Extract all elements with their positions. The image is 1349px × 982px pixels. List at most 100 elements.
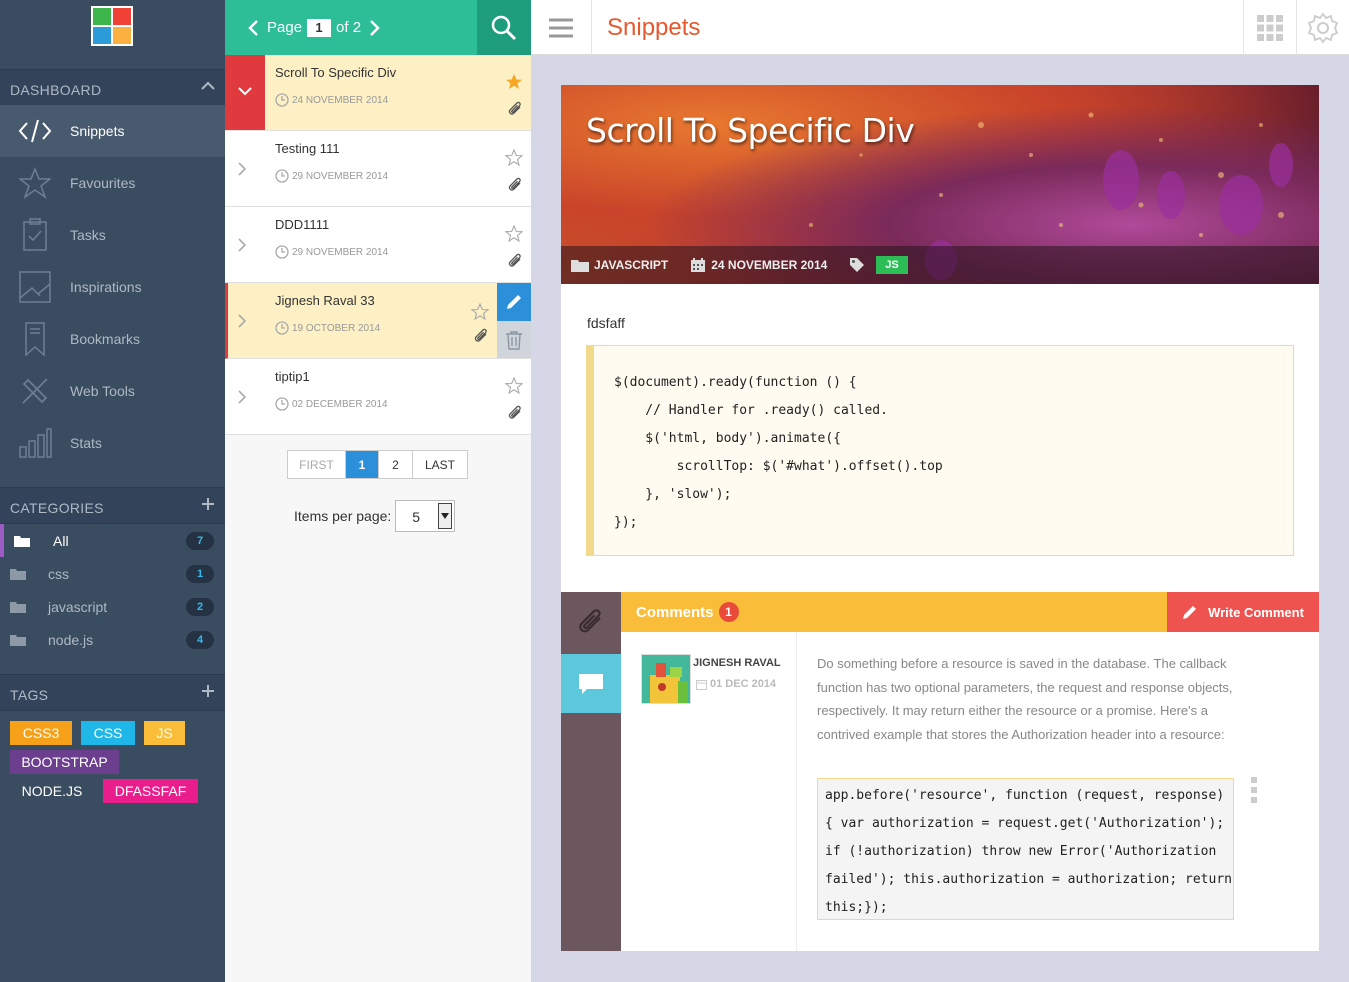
items-per-page-label: Items per page: bbox=[294, 508, 392, 524]
star-outline-icon[interactable] bbox=[471, 303, 489, 321]
star-outline-icon[interactable] bbox=[505, 377, 523, 395]
tag-badge[interactable]: JS bbox=[876, 256, 908, 274]
comment-entry: JIGNESH RAVAL 01 DEC 2014 Do something b… bbox=[621, 632, 1319, 951]
page-number-input[interactable]: 1 bbox=[307, 18, 332, 37]
category-nodejs[interactable]: node.js 4 bbox=[0, 623, 225, 656]
snippet-list-item[interactable]: Jignesh Raval 33 19 OCTOBER 2014 bbox=[225, 283, 531, 359]
expand-toggle[interactable] bbox=[225, 55, 265, 130]
comments-tab[interactable] bbox=[561, 654, 621, 713]
nav-bookmarks[interactable]: Bookmarks bbox=[0, 313, 225, 365]
app-logo[interactable] bbox=[91, 6, 133, 46]
category-all[interactable]: All 7 bbox=[0, 524, 225, 557]
image-icon bbox=[0, 270, 70, 304]
comment-author[interactable]: JIGNESH RAVAL bbox=[693, 657, 781, 669]
plus-icon[interactable] bbox=[200, 683, 216, 699]
category-javascript[interactable]: javascript 2 bbox=[0, 590, 225, 623]
edit-button[interactable] bbox=[497, 283, 531, 321]
nav-web-tools[interactable]: Web Tools bbox=[0, 365, 225, 417]
category-css[interactable]: css 1 bbox=[0, 557, 225, 590]
snippet-list-item[interactable]: Scroll To Specific Div 24 NOVEMBER 2014 bbox=[225, 55, 531, 131]
snippet-date-text: 02 DECEMBER 2014 bbox=[292, 398, 388, 410]
snippet-list-item[interactable]: DDD1111 29 NOVEMBER 2014 bbox=[225, 207, 531, 283]
page-prefix: Page bbox=[267, 19, 303, 36]
chevron-up-icon[interactable] bbox=[200, 78, 216, 94]
gear-icon bbox=[1307, 12, 1339, 44]
tag-js[interactable]: JS bbox=[144, 721, 185, 745]
items-per-page: Items per page: 5 bbox=[294, 500, 456, 532]
star-outline-icon[interactable] bbox=[505, 225, 523, 243]
items-per-page-value: 5 bbox=[412, 509, 421, 525]
pagination-page-1[interactable]: 1 bbox=[346, 451, 379, 478]
category-count-badge: 1 bbox=[186, 564, 214, 583]
chevron-left-icon[interactable] bbox=[247, 19, 259, 37]
chevron-right-icon[interactable] bbox=[237, 161, 247, 177]
snippet-list-item[interactable]: Testing 111 29 NOVEMBER 2014 bbox=[225, 131, 531, 207]
nav-tasks[interactable]: Tasks bbox=[0, 209, 225, 261]
tag-dfassfaf[interactable]: DFASSFAF bbox=[103, 779, 198, 803]
star-filled-icon[interactable] bbox=[505, 73, 523, 91]
menu-button[interactable] bbox=[531, 0, 592, 55]
write-comment-label: Write Comment bbox=[1208, 604, 1304, 620]
pencil-icon bbox=[505, 293, 523, 311]
folder-icon bbox=[0, 633, 48, 646]
comment-code-text[interactable]: app.before('resource', function (request… bbox=[818, 779, 1233, 922]
pagination-last[interactable]: LAST bbox=[413, 451, 467, 478]
search-button[interactable] bbox=[477, 0, 531, 55]
snippet-list-item[interactable]: tiptip1 02 DECEMBER 2014 bbox=[225, 359, 531, 435]
nav-inspirations[interactable]: Inspirations bbox=[0, 261, 225, 313]
snippet-date: 29 NOVEMBER 2014 bbox=[275, 245, 388, 259]
snippet-description: fdsfaff bbox=[587, 315, 625, 331]
nav-favourites[interactable]: Favourites bbox=[0, 157, 225, 209]
tags-section-header: TAGS bbox=[0, 674, 225, 711]
snippet-date-text: 29 NOVEMBER 2014 bbox=[292, 246, 389, 258]
clock-icon bbox=[275, 169, 289, 183]
category-name: css bbox=[48, 565, 69, 582]
comment-text: Do something before a resource is saved … bbox=[817, 656, 1233, 742]
settings-button[interactable] bbox=[1296, 0, 1349, 55]
chevron-right-icon[interactable] bbox=[237, 389, 247, 405]
nav-snippets[interactable]: Snippets bbox=[0, 105, 225, 157]
paperclip-icon[interactable] bbox=[507, 253, 523, 269]
chevron-right-icon[interactable] bbox=[237, 313, 247, 329]
paperclip-icon[interactable] bbox=[473, 328, 489, 344]
write-comment-button[interactable]: Write Comment bbox=[1167, 592, 1319, 632]
category-count-badge: 2 bbox=[186, 597, 214, 616]
tag-css3[interactable]: CSS3 bbox=[10, 721, 72, 745]
star-outline-icon[interactable] bbox=[505, 149, 523, 167]
snippet-title-heading: Scroll To Specific Div bbox=[586, 111, 915, 150]
more-options-icon[interactable] bbox=[1251, 777, 1257, 803]
code-text[interactable]: $(document).ready(function () { // Handl… bbox=[594, 346, 1293, 537]
delete-button[interactable] bbox=[497, 321, 531, 358]
dashboard-section-header[interactable]: DASHBOARD bbox=[0, 69, 225, 106]
chevron-right-icon[interactable] bbox=[237, 237, 247, 253]
categories-label: CATEGORIES bbox=[10, 500, 104, 516]
snippet-date: 19 OCTOBER 2014 bbox=[275, 321, 380, 335]
nav-stats[interactable]: Stats bbox=[0, 417, 225, 469]
avatar[interactable] bbox=[641, 654, 691, 704]
meta-category: JAVASCRIPT bbox=[571, 258, 668, 272]
comments-section: Comments 1 Write Comment JIGNESH RAVAL 0… bbox=[561, 592, 1319, 951]
paperclip-icon[interactable] bbox=[507, 101, 523, 117]
tag-bootstrap[interactable]: BOOTSTRAP bbox=[10, 750, 119, 774]
category-count-badge: 7 bbox=[186, 531, 214, 550]
items-per-page-select[interactable]: 5 bbox=[395, 500, 456, 532]
categories-section-header: CATEGORIES bbox=[0, 487, 225, 524]
paperclip-icon[interactable] bbox=[507, 405, 523, 421]
pagination-first[interactable]: FIRST bbox=[288, 451, 346, 478]
comment-code-block: app.before('resource', function (request… bbox=[817, 778, 1234, 920]
apps-grid-button[interactable] bbox=[1243, 0, 1296, 55]
meta-tags: JS bbox=[849, 256, 908, 274]
dashboard-label: DASHBOARD bbox=[10, 82, 102, 98]
attachments-tab[interactable] bbox=[561, 592, 621, 654]
chevron-right-icon[interactable] bbox=[369, 19, 381, 37]
nav-label: Snippets bbox=[70, 123, 125, 139]
tag-css[interactable]: CSS bbox=[81, 721, 135, 745]
hamburger-icon bbox=[549, 18, 573, 38]
plus-icon[interactable] bbox=[200, 496, 216, 512]
code-block: $(document).ready(function () { // Handl… bbox=[586, 345, 1294, 556]
tags-label: TAGS bbox=[10, 687, 49, 703]
clock-icon bbox=[275, 93, 289, 107]
paperclip-icon[interactable] bbox=[507, 177, 523, 193]
tag-nodejs[interactable]: NODE.JS bbox=[10, 779, 94, 803]
pagination-page-2[interactable]: 2 bbox=[379, 451, 413, 478]
